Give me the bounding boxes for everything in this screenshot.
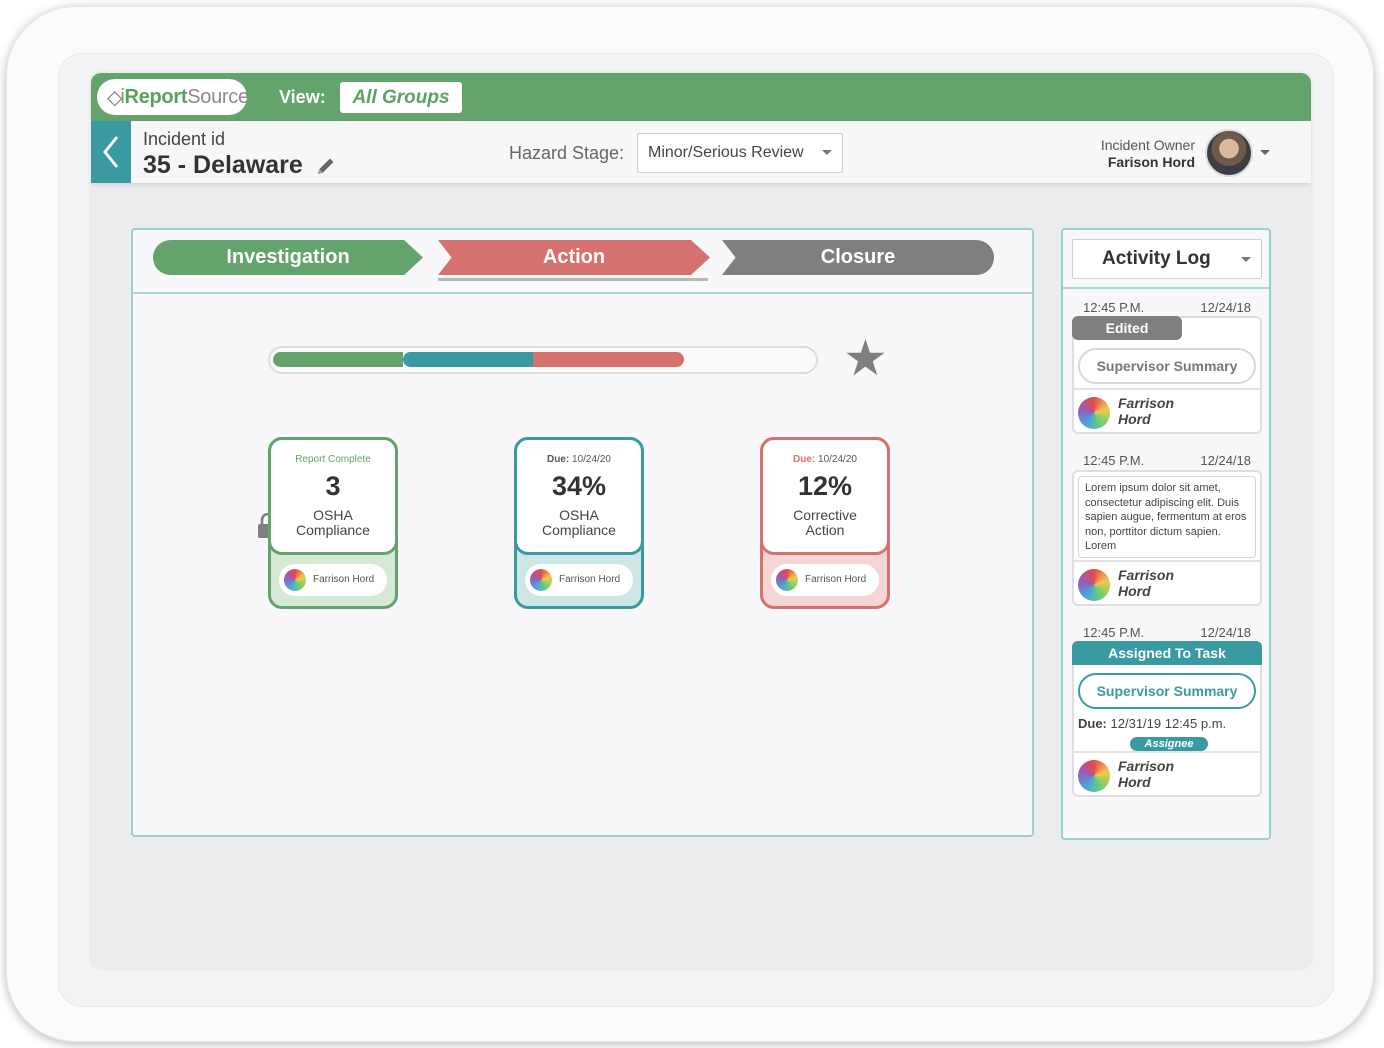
log-time: 12:45 P.M. <box>1083 625 1145 640</box>
active-tab-underline <box>438 278 708 281</box>
logo-text: iReportSource <box>120 85 249 108</box>
assignee-badge: Assignee <box>1130 737 1208 751</box>
task-assignee-name: Farrison Hord <box>559 574 621 585</box>
chevron-down-icon <box>822 150 832 155</box>
task-card-corrective-action[interactable]: Due: 10/24/20 12% Corrective Action Farri… <box>760 437 890 609</box>
avatar <box>1078 569 1110 601</box>
log-due: Due: 12/31/19 12:45 p.m. <box>1078 716 1227 731</box>
log-user-name: Farrison Hord <box>1118 395 1175 427</box>
task-card-body: Due: 10/24/20 34% OSHA Compliance <box>514 437 644 555</box>
progress-segment-investigation <box>273 352 403 367</box>
avatar <box>530 569 552 591</box>
avatar <box>1078 760 1110 792</box>
hazard-stage-select[interactable]: Minor/Serious Review <box>637 133 843 173</box>
chevron-down-icon <box>1241 257 1251 262</box>
avatar <box>284 569 306 591</box>
hazard-stage-label: Hazard Stage: <box>509 143 625 163</box>
view-label: View: <box>279 87 326 107</box>
incident-owner-name: Farison Hord <box>1107 154 1195 170</box>
task-value: 3 <box>325 471 341 501</box>
log-user-name: Farrison Hord <box>1118 567 1175 599</box>
log-pill[interactable]: Supervisor Summary <box>1078 673 1256 709</box>
log-time: 12:45 P.M. <box>1083 300 1145 315</box>
pencil-icon[interactable] <box>315 155 337 177</box>
chevron-left-icon <box>103 136 119 168</box>
back-button[interactable] <box>91 121 131 183</box>
task-assignee-name: Farrison Hord <box>313 574 375 585</box>
task-assignee-name: Farrison Hord <box>805 574 867 585</box>
task-card-osha-compliance[interactable]: Due: 10/24/20 34% OSHA Compliance Farriso… <box>514 437 644 609</box>
activity-log-select[interactable]: Activity Log <box>1072 239 1262 279</box>
task-due: Due: 10/24/20 <box>793 454 857 465</box>
progress-segment-action-remaining <box>533 352 684 367</box>
log-user: Farrison Hord <box>1074 560 1260 604</box>
log-entry[interactable]: Edited Supervisor Summary Farrison Hord <box>1072 316 1262 434</box>
progress-bar <box>268 346 818 374</box>
log-text: Lorem ipsum dolor sit amet, consectetur … <box>1078 476 1256 558</box>
progress-segment-action-complete <box>403 352 533 367</box>
task-assignee-chip[interactable]: Farrison Hord <box>771 564 879 596</box>
activity-log-title: Activity Log <box>1102 248 1211 269</box>
app-window: ◇ iReportSource View: All Groups Inciden… <box>91 73 1311 968</box>
avatar <box>776 569 798 591</box>
log-tag: Edited <box>1072 316 1182 340</box>
incident-header: Incident id 35 - Delaware Hazard Stage: … <box>91 121 1311 183</box>
avatar <box>1078 397 1110 429</box>
hazard-stage-value: Minor/Serious Review <box>648 144 804 161</box>
log-date: 12/24/18 <box>1200 453 1251 468</box>
task-card-osha-report[interactable]: Report Complete 3 OSHA Compliance Farriso… <box>268 437 398 609</box>
task-assignee-chip[interactable]: Farrison Hord <box>525 564 633 596</box>
incident-owner-label: Incident Owner <box>1100 137 1195 153</box>
stage-tabs: Investigation Action Closure <box>133 230 1032 294</box>
incident-title: 35 - Delaware <box>143 151 303 179</box>
tab-closure[interactable]: Closure <box>722 240 994 275</box>
owner-avatar[interactable] <box>1205 129 1253 177</box>
log-entry[interactable]: Assigned To Task Supervisor Summary Due:… <box>1072 641 1262 797</box>
log-time: 12:45 P.M. <box>1083 453 1145 468</box>
log-date: 12/24/18 <box>1200 625 1251 640</box>
tab-action[interactable]: Action <box>438 240 710 275</box>
task-card-body: Report Complete 3 OSHA Compliance <box>268 437 398 555</box>
log-user: Farrison Hord <box>1074 388 1260 432</box>
log-date: 12/24/18 <box>1200 300 1251 315</box>
log-pill[interactable]: Supervisor Summary <box>1078 348 1256 384</box>
top-bar: ◇ iReportSource View: All Groups <box>91 73 1311 121</box>
tab-investigation[interactable]: Investigation <box>153 240 423 275</box>
log-user-name: Farrison Hord <box>1118 758 1175 790</box>
task-due: Due: 10/24/20 <box>547 454 611 465</box>
activity-log-panel: Activity Log 12:45 P.M. 12/24/18 Edited … <box>1061 228 1271 840</box>
owner-menu-chevron-icon[interactable] <box>1260 150 1270 155</box>
workflow-panel: Investigation Action Closure ★ Report Co… <box>131 228 1034 837</box>
logo[interactable]: ◇ iReportSource <box>97 79 249 115</box>
view-selector[interactable]: All Groups <box>340 82 462 113</box>
incident-id-label: Incident id <box>143 129 226 149</box>
task-status: Report Complete <box>295 454 371 465</box>
star-icon[interactable]: ★ <box>843 333 888 383</box>
task-label: OSHA Compliance <box>542 507 616 538</box>
task-card-body: Due: 10/24/20 12% Corrective Action <box>760 437 890 555</box>
task-value: 12% <box>797 471 853 501</box>
task-assignee-chip[interactable]: Farrison Hord <box>279 564 387 596</box>
task-label: Corrective Action <box>793 507 857 538</box>
task-value: 34% <box>551 471 607 501</box>
log-entry[interactable]: Lorem ipsum dolor sit amet, consectetur … <box>1072 470 1262 606</box>
log-tag: Assigned To Task <box>1072 641 1262 665</box>
task-label: OSHA Compliance <box>296 507 370 538</box>
log-user: Farrison Hord <box>1074 751 1260 795</box>
divider <box>1063 287 1269 289</box>
